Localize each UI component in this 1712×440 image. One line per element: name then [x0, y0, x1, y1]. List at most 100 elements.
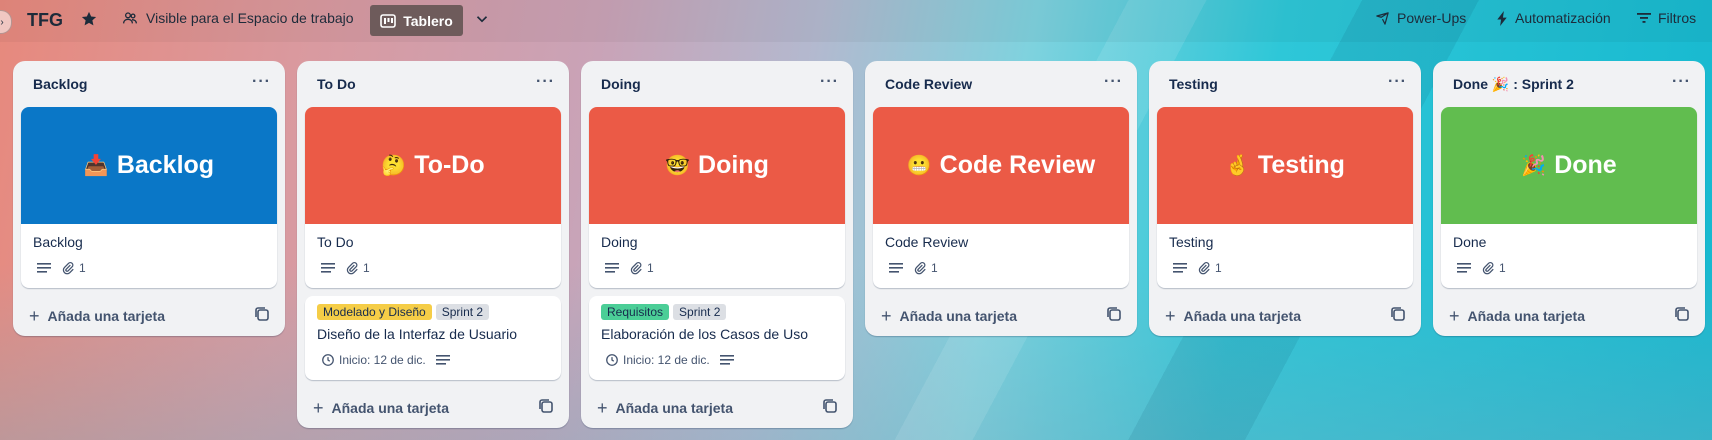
cover-card[interactable]: 😬 Code Review Code Review 1 — [873, 107, 1129, 288]
paperclip-icon — [345, 261, 359, 275]
paperclip-icon — [913, 261, 927, 275]
add-card-button[interactable]: + Añada una tarjeta — [865, 296, 1137, 336]
description-icon — [435, 354, 450, 366]
list-title[interactable]: Done 🎉 : Sprint 2 — [1453, 76, 1574, 93]
template-icon[interactable] — [255, 307, 271, 323]
description-icon — [37, 262, 51, 274]
cover-emoji: 🤔 — [381, 155, 407, 177]
list-menu-icon[interactable]: ··· — [1672, 73, 1691, 91]
cover-card[interactable]: 🤞 Testing Testing 1 — [1157, 107, 1413, 288]
task-card[interactable]: Requisitos Sprint 2 Elaboración de los C… — [589, 296, 845, 380]
plus-icon: + — [1449, 305, 1460, 326]
card-label: Sprint 2 — [673, 304, 727, 320]
list-title[interactable]: Testing — [1169, 76, 1218, 92]
template-icon[interactable] — [539, 399, 555, 415]
board-title[interactable]: TFG — [27, 10, 63, 31]
start-date-badge: Inicio: 12 de dic. — [605, 353, 710, 367]
add-card-label: Añada una tarjeta — [331, 400, 449, 416]
cover-emoji: 🎉 — [1521, 155, 1547, 177]
start-date-badge: Inicio: 12 de dic. — [321, 353, 426, 367]
visibility-button[interactable]: Visible para el Espacio de trabajo — [122, 10, 354, 26]
board-view-button[interactable]: Tablero — [370, 5, 463, 36]
card-title: Elaboración de los Casos de Uso — [601, 326, 809, 342]
list-menu-icon[interactable]: ··· — [820, 73, 839, 91]
card-cover: 🤔 To-Do — [305, 107, 561, 224]
list-done: Done 🎉 : Sprint 2 ··· 🎉 Done Done 1 + Añ… — [1433, 61, 1705, 336]
paperclip-icon — [61, 261, 75, 275]
list-menu-icon[interactable]: ··· — [252, 73, 271, 91]
card-cover: 🤞 Testing — [1157, 107, 1413, 224]
lightning-icon — [1496, 10, 1508, 26]
template-icon[interactable] — [1107, 307, 1123, 323]
cover-text: Doing — [698, 151, 769, 179]
card-cover: 🎉 Done — [1441, 107, 1697, 224]
template-icon[interactable] — [1391, 307, 1407, 323]
cover-card[interactable]: 🤔 To-Do To Do 1 — [305, 107, 561, 288]
template-icon[interactable] — [1675, 307, 1691, 323]
clock-icon — [321, 353, 335, 367]
attachments-count: 1 — [363, 261, 370, 275]
card-title: Code Review — [885, 234, 969, 250]
star-icon[interactable] — [80, 10, 100, 30]
people-icon — [122, 10, 138, 26]
template-icon[interactable] — [823, 399, 839, 415]
list-title[interactable]: Doing — [601, 76, 641, 92]
list-code-review: Code Review ··· 😬 Code Review Code Revie… — [865, 61, 1137, 336]
plus-icon: + — [313, 397, 324, 418]
add-card-button[interactable]: + Añada una tarjeta — [1433, 296, 1705, 336]
cover-card[interactable]: 📥 Backlog Backlog 1 — [21, 107, 277, 288]
list-title[interactable]: Code Review — [885, 76, 972, 92]
add-card-button[interactable]: + Añada una tarjeta — [297, 388, 569, 428]
task-card[interactable]: Modelado y Diseño Sprint 2 Diseño de la … — [305, 296, 561, 380]
cover-card[interactable]: 🎉 Done Done 1 — [1441, 107, 1697, 288]
list-testing: Testing ··· 🤞 Testing Testing 1 + Añada … — [1149, 61, 1421, 336]
plus-icon: + — [1165, 305, 1176, 326]
chevron-down-icon[interactable] — [473, 10, 493, 30]
attachments-count: 1 — [1499, 261, 1506, 275]
card-cover: 😬 Code Review — [873, 107, 1129, 224]
sidebar-toggle-button[interactable]: › — [0, 10, 12, 34]
list-title[interactable]: Backlog — [33, 76, 87, 92]
attachments-badge: 1 — [345, 261, 370, 275]
description-icon — [321, 262, 335, 274]
card-title: Done — [1453, 234, 1487, 250]
board-header: › TFG Visible para el Espacio de trabajo… — [0, 0, 1712, 42]
list-header: Backlog ··· — [13, 61, 285, 107]
board-view-label: Tablero — [403, 12, 453, 29]
list-header: Testing ··· — [1149, 61, 1421, 107]
power-ups-label: Power-Ups — [1397, 10, 1467, 26]
list-menu-icon[interactable]: ··· — [536, 73, 555, 91]
list-backlog: Backlog ··· 📥 Backlog Backlog 1 + Añada … — [13, 61, 285, 336]
cover-emoji: 🤞 — [1225, 155, 1250, 177]
attachments-count: 1 — [79, 261, 86, 275]
cover-card[interactable]: 🤓 Doing Doing 1 — [589, 107, 845, 288]
add-card-label: Añada una tarjeta — [1467, 308, 1585, 324]
cover-text: Testing — [1257, 151, 1345, 179]
attachments-count: 1 — [931, 261, 938, 275]
list-menu-icon[interactable]: ··· — [1388, 73, 1407, 91]
description-icon — [1457, 262, 1471, 274]
add-card-button[interactable]: + Añada una tarjeta — [1149, 296, 1421, 336]
paperclip-icon — [1197, 261, 1211, 275]
cover-text: To-Do — [414, 151, 485, 179]
filters-button[interactable]: Filtros — [1637, 10, 1696, 26]
cover-emoji: 🤓 — [665, 155, 691, 177]
card-label: Sprint 2 — [435, 304, 490, 320]
add-card-button[interactable]: + Añada una tarjeta — [13, 296, 285, 336]
card-title: Testing — [1169, 234, 1214, 250]
automation-button[interactable]: Automatización — [1496, 10, 1611, 26]
attachments-count: 1 — [647, 261, 654, 275]
paperclip-icon — [629, 261, 643, 275]
automation-label: Automatización — [1515, 10, 1611, 26]
visibility-label: Visible para el Espacio de trabajo — [146, 10, 354, 26]
start-date-text: Inicio: 12 de dic. — [623, 353, 710, 367]
add-card-label: Añada una tarjeta — [899, 308, 1017, 324]
list-menu-icon[interactable]: ··· — [1104, 73, 1123, 91]
start-date-text: Inicio: 12 de dic. — [339, 353, 426, 367]
attachments-badge: 1 — [61, 261, 86, 275]
power-ups-button[interactable]: Power-Ups — [1375, 10, 1466, 26]
list-title[interactable]: To Do — [317, 76, 356, 92]
cover-emoji: 😬 — [906, 155, 932, 177]
description-icon — [889, 262, 903, 274]
add-card-button[interactable]: + Añada una tarjeta — [581, 388, 853, 428]
